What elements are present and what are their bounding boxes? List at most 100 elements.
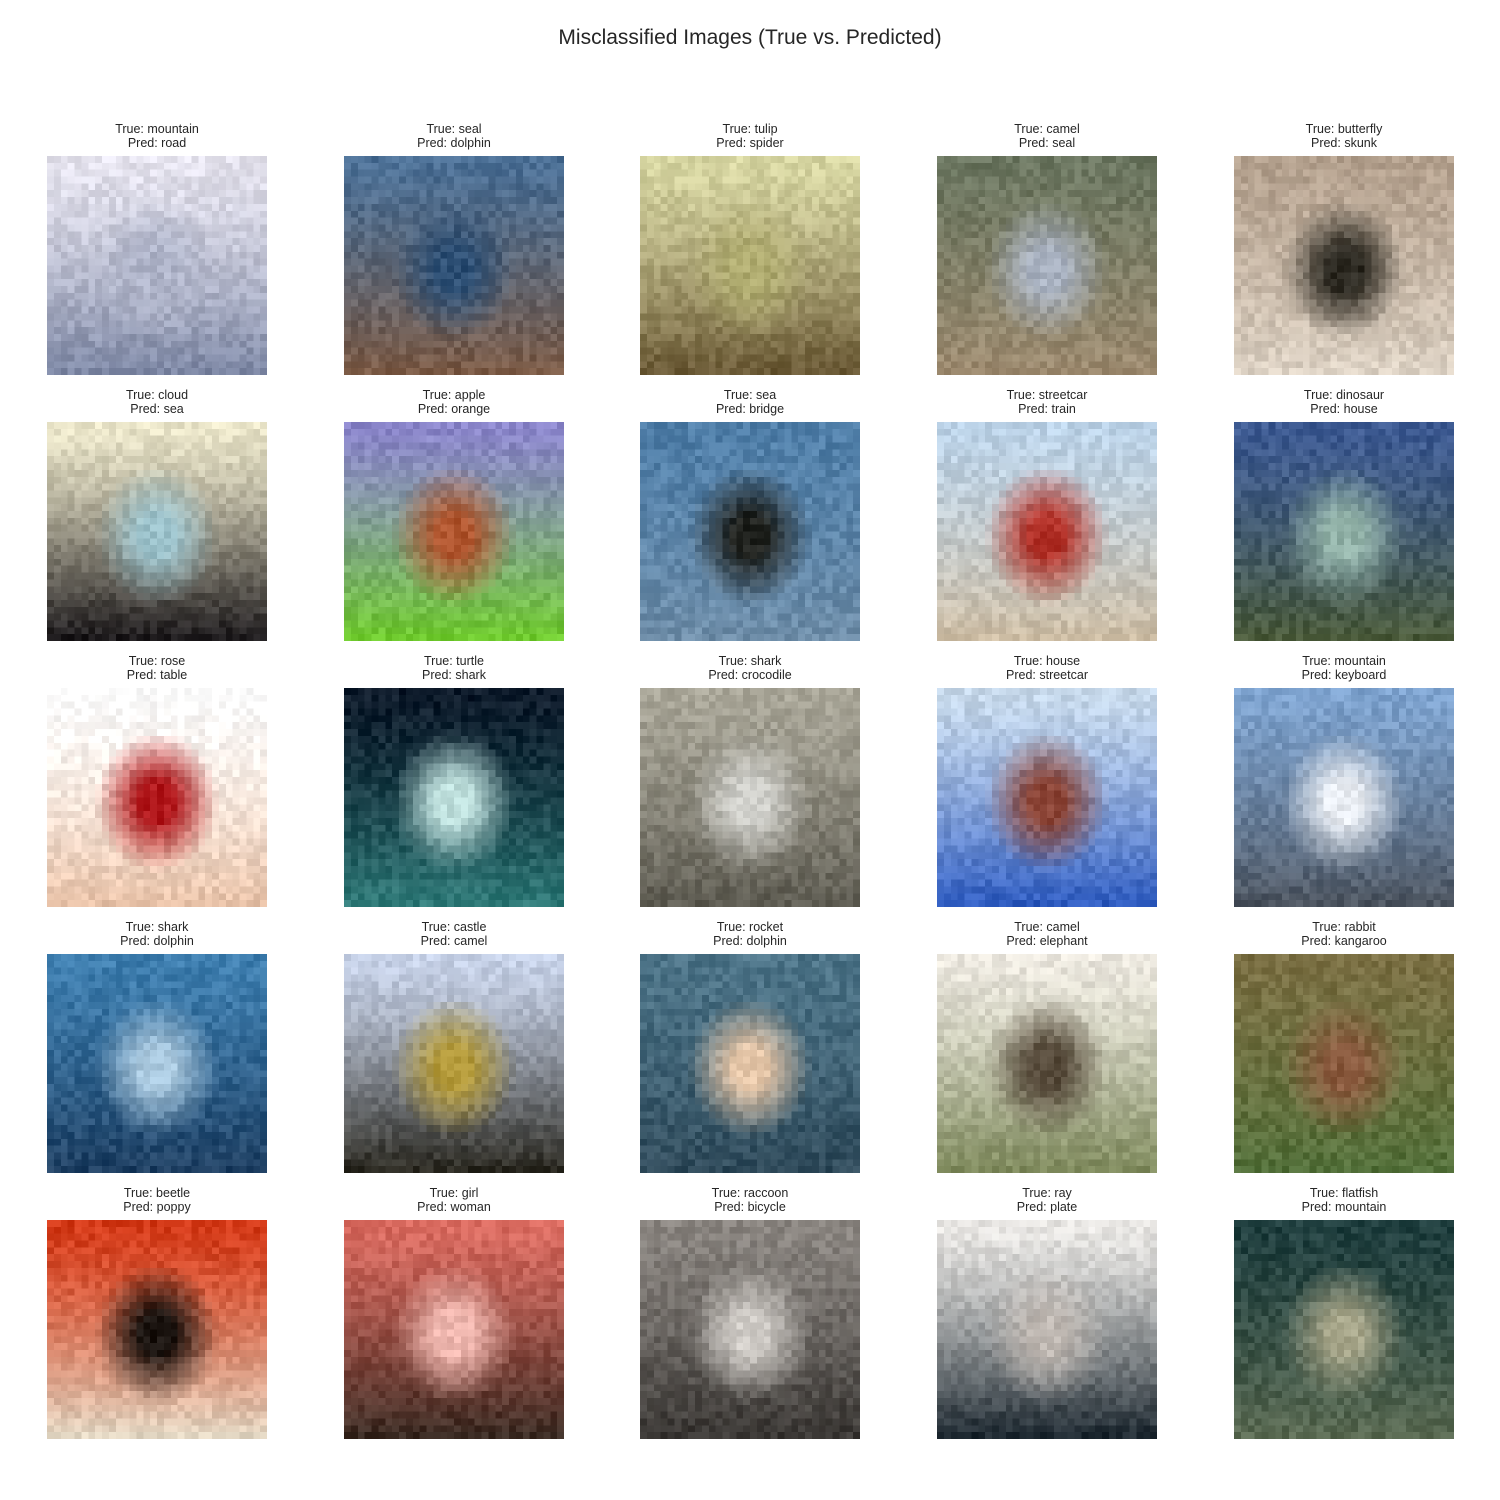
sample-caption: True: cloud Pred: sea (0, 388, 327, 416)
sample-caption: True: shark Pred: crocodile (580, 654, 920, 682)
predicted-label: Pred: road (0, 136, 327, 150)
sample-image (937, 1220, 1157, 1439)
sample-image (640, 422, 860, 641)
true-label: True: house (877, 654, 1217, 668)
sample-caption: True: tulip Pred: spider (580, 122, 920, 150)
predicted-label: Pred: mountain (1174, 1200, 1500, 1214)
sample-image (344, 422, 564, 641)
sample-image (47, 422, 267, 641)
predicted-label: Pred: crocodile (580, 668, 920, 682)
predicted-label: Pred: dolphin (0, 934, 327, 948)
predicted-label: Pred: elephant (877, 934, 1217, 948)
sample-image (1234, 1220, 1454, 1439)
sample-caption: True: rocket Pred: dolphin (580, 920, 920, 948)
true-label: True: apple (284, 388, 624, 402)
true-label: True: flatfish (1174, 1186, 1500, 1200)
predicted-label: Pred: house (1174, 402, 1500, 416)
true-label: True: ray (877, 1186, 1217, 1200)
sample-image (640, 954, 860, 1173)
sample-image (937, 422, 1157, 641)
sample-caption: True: house Pred: streetcar (877, 654, 1217, 682)
sample-caption: True: streetcar Pred: train (877, 388, 1217, 416)
true-label: True: camel (877, 122, 1217, 136)
true-label: True: rose (0, 654, 327, 668)
predicted-label: Pred: train (877, 402, 1217, 416)
true-label: True: cloud (0, 388, 327, 402)
sample-caption: True: camel Pred: elephant (877, 920, 1217, 948)
sample-image (344, 688, 564, 907)
true-label: True: tulip (580, 122, 920, 136)
true-label: True: beetle (0, 1186, 327, 1200)
sample-image (344, 954, 564, 1173)
predicted-label: Pred: dolphin (284, 136, 624, 150)
predicted-label: Pred: table (0, 668, 327, 682)
predicted-label: Pred: seal (877, 136, 1217, 150)
sample-image (344, 156, 564, 375)
sample-caption: True: turtle Pred: shark (284, 654, 624, 682)
true-label: True: sea (580, 388, 920, 402)
sample-caption: True: rabbit Pred: kangaroo (1174, 920, 1500, 948)
sample-image (640, 1220, 860, 1439)
true-label: True: shark (580, 654, 920, 668)
sample-image (47, 156, 267, 375)
sample-image (1234, 954, 1454, 1173)
sample-image (1234, 422, 1454, 641)
true-label: True: shark (0, 920, 327, 934)
true-label: True: rabbit (1174, 920, 1500, 934)
predicted-label: Pred: streetcar (877, 668, 1217, 682)
predicted-label: Pred: kangaroo (1174, 934, 1500, 948)
sample-caption: True: beetle Pred: poppy (0, 1186, 327, 1214)
true-label: True: camel (877, 920, 1217, 934)
sample-caption: True: camel Pred: seal (877, 122, 1217, 150)
true-label: True: dinosaur (1174, 388, 1500, 402)
sample-caption: True: ray Pred: plate (877, 1186, 1217, 1214)
true-label: True: streetcar (877, 388, 1217, 402)
predicted-label: Pred: poppy (0, 1200, 327, 1214)
sample-caption: True: seal Pred: dolphin (284, 122, 624, 150)
predicted-label: Pred: bicycle (580, 1200, 920, 1214)
sample-caption: True: rose Pred: table (0, 654, 327, 682)
true-label: True: rocket (580, 920, 920, 934)
sample-caption: True: mountain Pred: keyboard (1174, 654, 1500, 682)
predicted-label: Pred: shark (284, 668, 624, 682)
sample-caption: True: shark Pred: dolphin (0, 920, 327, 948)
sample-caption: True: mountain Pred: road (0, 122, 327, 150)
sample-caption: True: sea Pred: bridge (580, 388, 920, 416)
true-label: True: butterfly (1174, 122, 1500, 136)
true-label: True: castle (284, 920, 624, 934)
true-label: True: seal (284, 122, 624, 136)
predicted-label: Pred: spider (580, 136, 920, 150)
sample-caption: True: girl Pred: woman (284, 1186, 624, 1214)
predicted-label: Pred: orange (284, 402, 624, 416)
sample-caption: True: flatfish Pred: mountain (1174, 1186, 1500, 1214)
predicted-label: Pred: bridge (580, 402, 920, 416)
sample-image (47, 1220, 267, 1439)
predicted-label: Pred: keyboard (1174, 668, 1500, 682)
sample-caption: True: castle Pred: camel (284, 920, 624, 948)
true-label: True: mountain (1174, 654, 1500, 668)
sample-grid: True: mountain Pred: road True: seal Pred: … (0, 0, 1500, 1500)
sample-caption: True: butterfly Pred: skunk (1174, 122, 1500, 150)
true-label: True: raccoon (580, 1186, 920, 1200)
sample-image (1234, 688, 1454, 907)
sample-image (937, 954, 1157, 1173)
sample-image (47, 954, 267, 1173)
sample-image (937, 688, 1157, 907)
sample-image (344, 1220, 564, 1439)
true-label: True: turtle (284, 654, 624, 668)
sample-caption: True: dinosaur Pred: house (1174, 388, 1500, 416)
sample-image (937, 156, 1157, 375)
predicted-label: Pred: plate (877, 1200, 1217, 1214)
sample-caption: True: raccoon Pred: bicycle (580, 1186, 920, 1214)
sample-image (47, 688, 267, 907)
sample-image (1234, 156, 1454, 375)
predicted-label: Pred: woman (284, 1200, 624, 1214)
predicted-label: Pred: camel (284, 934, 624, 948)
true-label: True: girl (284, 1186, 624, 1200)
predicted-label: Pred: skunk (1174, 136, 1500, 150)
sample-image (640, 688, 860, 907)
sample-caption: True: apple Pred: orange (284, 388, 624, 416)
predicted-label: Pred: dolphin (580, 934, 920, 948)
predicted-label: Pred: sea (0, 402, 327, 416)
true-label: True: mountain (0, 122, 327, 136)
